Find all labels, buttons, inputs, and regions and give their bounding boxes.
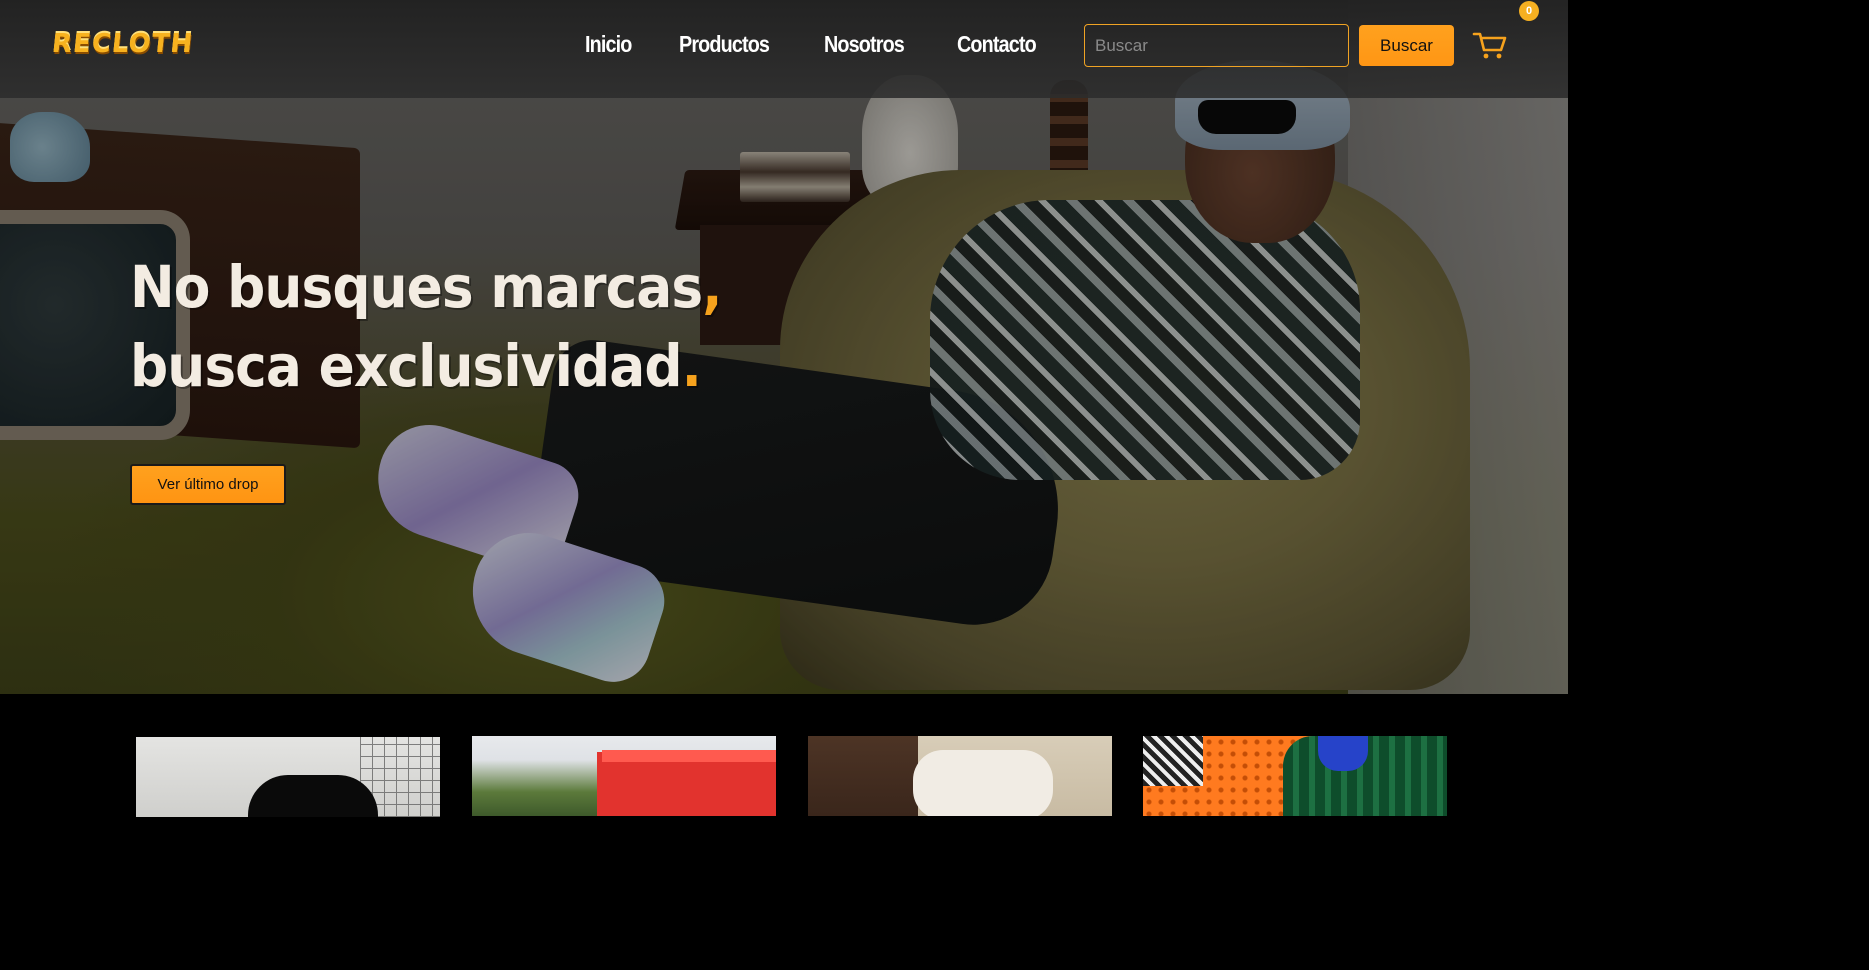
hero-title-line1: No busques marcas — [130, 253, 703, 321]
search-button[interactable]: Buscar — [1359, 25, 1454, 66]
nav-link-nosotros[interactable]: Nosotros — [824, 31, 905, 58]
navbar: RECLOTH Inicio Productos Nosotros Contac… — [0, 0, 1568, 98]
product-card[interactable] — [472, 736, 776, 816]
product-image — [472, 736, 776, 816]
product-card[interactable] — [1143, 736, 1447, 816]
latest-drop-button[interactable]: Ver último drop — [130, 464, 286, 505]
nav-link-productos[interactable]: Productos — [679, 31, 770, 58]
nav-link-contacto[interactable]: Contacto — [957, 31, 1037, 58]
main-nav: Inicio Productos Nosotros Contacto — [585, 31, 1088, 58]
logo[interactable]: RECLOTH — [50, 29, 194, 59]
product-image — [1143, 736, 1447, 816]
nav-link-inicio[interactable]: Inicio — [585, 31, 632, 58]
product-card[interactable] — [808, 736, 1112, 816]
product-image — [808, 736, 1112, 816]
products-section — [0, 694, 1568, 817]
product-image — [136, 737, 440, 817]
hero-title-line2: busca exclusividad — [130, 332, 683, 400]
hero-section: No busques marcas, busca exclusividad. V… — [0, 0, 1568, 694]
cart-count-badge: 0 — [1519, 1, 1539, 21]
product-card[interactable] — [136, 737, 440, 817]
shopping-cart-icon[interactable] — [1472, 30, 1508, 60]
search-input[interactable] — [1084, 24, 1349, 67]
hero-title: No busques marcas, busca exclusividad. — [130, 248, 723, 406]
hero-title-line1-accent: , — [702, 253, 722, 321]
hero-title-line2-accent: . — [681, 332, 702, 400]
